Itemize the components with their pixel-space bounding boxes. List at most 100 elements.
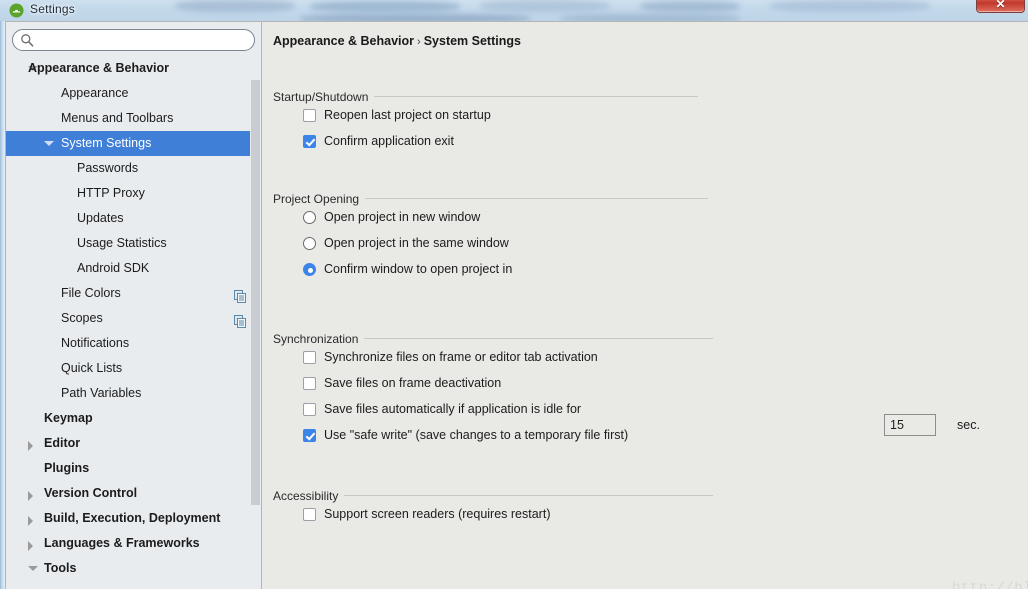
sidebar-item-menus-and-toolbars[interactable]: Menus and Toolbars bbox=[6, 106, 261, 131]
group-header: Startup/Shutdown bbox=[273, 88, 698, 104]
window-title: Settings bbox=[30, 2, 75, 16]
android-studio-icon bbox=[9, 3, 24, 18]
option-label: Use "safe write" (save changes to a temp… bbox=[324, 428, 629, 442]
sidebar-item-tools[interactable]: Tools bbox=[6, 556, 261, 581]
sidebar-item-path-variables[interactable]: Path Variables bbox=[6, 381, 261, 406]
sidebar-item-label: Editor bbox=[44, 436, 81, 450]
option-control[interactable] bbox=[303, 429, 316, 442]
chevron-right-icon[interactable] bbox=[28, 481, 38, 506]
breadcrumb-parent[interactable]: Appearance & Behavior bbox=[273, 34, 414, 48]
checkbox-unchecked[interactable] bbox=[303, 351, 316, 364]
sidebar-item-file-colors[interactable]: File Colors bbox=[6, 281, 261, 306]
checkbox-checked[interactable] bbox=[303, 429, 316, 442]
group-title: Accessibility bbox=[273, 489, 345, 503]
option-row[interactable]: Support screen readers (requires restart… bbox=[273, 503, 713, 529]
option-row[interactable]: Use "safe write" (save changes to a temp… bbox=[273, 424, 713, 450]
sidebar-item-label: Usage Statistics bbox=[77, 236, 167, 250]
option-control[interactable] bbox=[303, 351, 316, 364]
breadcrumb-current: System Settings bbox=[423, 34, 521, 48]
sidebar-item-passwords[interactable]: Passwords bbox=[6, 156, 261, 181]
sidebar-item-label: Menus and Toolbars bbox=[61, 111, 174, 125]
option-label: Reopen last project on startup bbox=[324, 108, 491, 122]
breadcrumb-separator: › bbox=[417, 36, 421, 48]
sidebar-item-build-execution-deployment[interactable]: Build, Execution, Deployment bbox=[6, 506, 261, 531]
sidebar-scrollbar-track[interactable] bbox=[250, 56, 261, 589]
option-label: Confirm window to open project in bbox=[324, 262, 513, 276]
option-control[interactable] bbox=[303, 237, 316, 250]
option-control[interactable] bbox=[303, 135, 316, 148]
chevron-right-icon[interactable] bbox=[28, 531, 38, 556]
option-control[interactable] bbox=[303, 211, 316, 224]
option-row[interactable]: Open project in new window bbox=[273, 206, 708, 232]
desktop-blur-artifact bbox=[300, 14, 530, 21]
radio-unselected[interactable] bbox=[303, 211, 316, 224]
chevron-down-icon[interactable] bbox=[44, 131, 54, 156]
sidebar-item-appearance[interactable]: Appearance bbox=[6, 81, 261, 106]
chevron-down-icon[interactable] bbox=[28, 556, 38, 581]
sidebar-item-keymap[interactable]: Keymap bbox=[6, 406, 261, 431]
option-control[interactable] bbox=[303, 508, 316, 521]
option-row[interactable]: Save files on frame deactivation bbox=[273, 372, 713, 398]
sidebar-item-editor[interactable]: Editor bbox=[6, 431, 261, 456]
close-icon: ✕ bbox=[995, 0, 1006, 11]
group-title: Synchronization bbox=[273, 332, 365, 346]
sidebar-item-plugins[interactable]: Plugins bbox=[6, 456, 261, 481]
sidebar-item-label: Passwords bbox=[77, 161, 139, 175]
checkbox-unchecked[interactable] bbox=[303, 109, 316, 122]
sidebar-search bbox=[12, 29, 255, 51]
radio-unselected[interactable] bbox=[303, 237, 316, 250]
sidebar-item-scopes[interactable]: Scopes bbox=[6, 306, 261, 331]
sidebar-item-label: Updates bbox=[77, 211, 124, 225]
option-row[interactable]: Save files automatically if application … bbox=[273, 398, 713, 424]
search-input[interactable] bbox=[12, 29, 255, 51]
desktop-blur-artifact bbox=[175, 0, 295, 12]
settings-group: Accessibility Support screen readers (req… bbox=[273, 487, 713, 529]
sidebar-item-label: Notifications bbox=[61, 336, 130, 350]
option-control[interactable] bbox=[303, 263, 316, 276]
sidebar-item-label: Languages & Frameworks bbox=[44, 536, 200, 550]
sidebar-item-label: Build, Execution, Deployment bbox=[44, 511, 221, 525]
settings-tree: Appearance & Behavior Appearance Menus and… bbox=[6, 56, 261, 589]
checkbox-unchecked[interactable] bbox=[303, 403, 316, 416]
sidebar-item-version-control[interactable]: Version Control bbox=[6, 481, 261, 506]
sidebar-item-languages-frameworks[interactable]: Languages & Frameworks bbox=[6, 531, 261, 556]
chevron-right-icon[interactable] bbox=[28, 506, 38, 531]
option-label: Synchronize files on frame or editor tab… bbox=[324, 350, 598, 364]
sidebar-item-label: Appearance & Behavior bbox=[28, 61, 170, 75]
option-control[interactable] bbox=[303, 109, 316, 122]
copy-settings-icon[interactable] bbox=[234, 312, 247, 328]
option-control[interactable] bbox=[303, 403, 316, 416]
sidebar-item-appearance-behavior[interactable]: Appearance & Behavior bbox=[6, 56, 261, 81]
option-row[interactable]: Synchronize files on frame or editor tab… bbox=[273, 346, 713, 372]
sidebar-item-usage-statistics[interactable]: Usage Statistics bbox=[6, 231, 261, 256]
sidebar-item-android-sdk[interactable]: Android SDK bbox=[6, 256, 261, 281]
sidebar-item-updates[interactable]: Updates bbox=[6, 206, 261, 231]
sidebar-item-label: Android SDK bbox=[77, 261, 150, 275]
sidebar-item-label: Appearance bbox=[61, 86, 129, 100]
sidebar-item-label: Plugins bbox=[44, 461, 90, 475]
sidebar-item-system-settings[interactable]: System Settings bbox=[6, 131, 261, 156]
radio-selected[interactable] bbox=[303, 263, 316, 276]
checkbox-checked[interactable] bbox=[303, 135, 316, 148]
sidebar-item-http-proxy[interactable]: HTTP Proxy bbox=[6, 181, 261, 206]
option-row[interactable]: Confirm application exit bbox=[273, 130, 698, 156]
sidebar-scrollbar-thumb[interactable] bbox=[251, 80, 260, 505]
group-header: Accessibility bbox=[273, 487, 713, 503]
sidebar-item-quick-lists[interactable]: Quick Lists bbox=[6, 356, 261, 381]
desktop-blur-artifact bbox=[770, 0, 930, 12]
close-window-button[interactable]: ✕ bbox=[976, 0, 1025, 13]
idle-seconds-input[interactable] bbox=[884, 414, 936, 436]
settings-group: Startup/Shutdown Reopen last project on s… bbox=[273, 88, 698, 156]
option-control[interactable] bbox=[303, 377, 316, 390]
option-row[interactable]: Open project in the same window bbox=[273, 232, 708, 258]
window-left-edge bbox=[0, 21, 5, 589]
chevron-right-icon[interactable] bbox=[28, 431, 38, 456]
checkbox-unchecked[interactable] bbox=[303, 508, 316, 521]
sidebar-item-label: Scopes bbox=[61, 311, 103, 325]
sidebar-item-label: Tools bbox=[44, 561, 77, 575]
option-row[interactable]: Confirm window to open project in bbox=[273, 258, 708, 284]
checkbox-unchecked[interactable] bbox=[303, 377, 316, 390]
copy-settings-icon[interactable] bbox=[234, 287, 247, 303]
option-row[interactable]: Reopen last project on startup bbox=[273, 104, 698, 130]
sidebar-item-notifications[interactable]: Notifications bbox=[6, 331, 261, 356]
